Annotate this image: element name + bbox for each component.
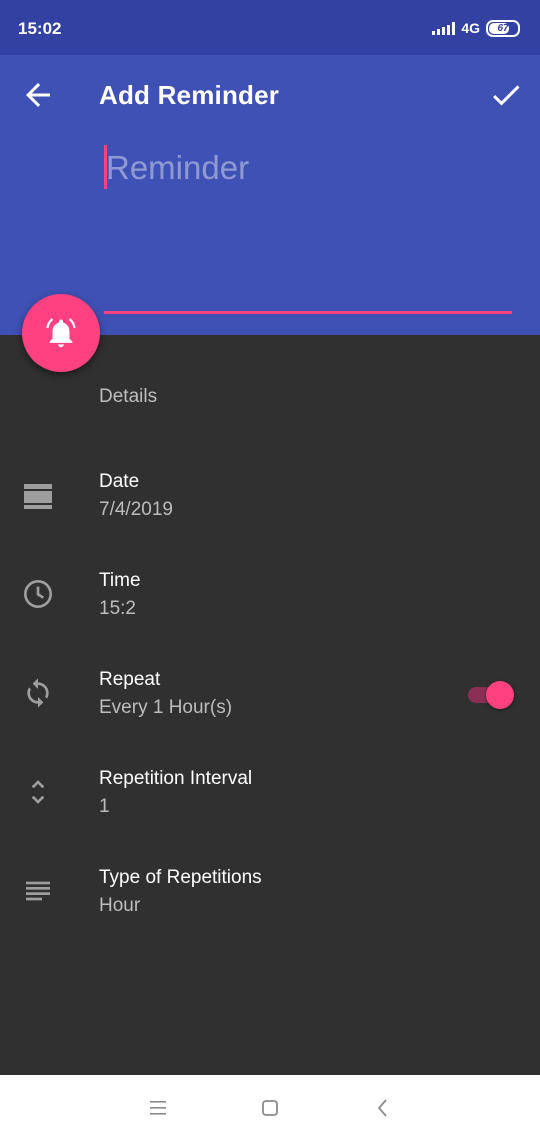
repeat-toggle[interactable] [468,681,514,709]
status-icons: 4G 67 [432,19,520,37]
arrow-back-icon [26,83,50,107]
repetition-type-row[interactable]: Type of Repetitions Hour [0,867,540,947]
reminder-input[interactable] [104,143,506,193]
repetition-interval-value: 1 [99,796,110,817]
repetition-type-label: Type of Repetitions [99,867,262,888]
battery-level: 67 [497,22,509,34]
date-row[interactable]: Date 7/4/2019 [0,471,540,551]
signal-icon [432,21,456,35]
date-label: Date [99,471,140,492]
repeat-row[interactable]: Repeat Every 1 Hour(s) [0,669,540,749]
save-button[interactable] [488,77,524,113]
time-label: Time [99,570,141,591]
reminder-field [104,143,512,315]
nav-home-button[interactable] [255,1093,285,1123]
status-bar: 15:02 4G 67 [0,0,540,55]
status-time: 15:02 [18,19,62,38]
repeat-value: Every 1 Hour(s) [99,697,233,718]
calendar-icon [24,484,52,509]
page-title: Add Reminder [99,80,280,110]
app-bar: Add Reminder [0,55,540,335]
unfold-icon [31,780,45,804]
repetition-interval-row[interactable]: Repetition Interval 1 [0,768,540,848]
alarm-fab-button[interactable] [22,294,100,372]
details-section-label: Details [99,386,158,407]
text-caret [104,145,107,189]
back-button[interactable] [20,77,56,113]
input-underline [104,311,512,314]
network-type: 4G [461,20,480,36]
clock-icon [24,580,52,608]
home-square-icon [262,1100,278,1116]
repetition-type-value: Hour [99,895,141,916]
time-value: 15:2 [99,598,136,619]
nav-back-icon [377,1099,387,1117]
system-nav-bar [0,1075,540,1140]
check-icon [493,85,520,106]
date-value: 7/4/2019 [99,499,173,520]
battery-icon: 67 [486,19,520,37]
alarm-bell-icon [46,318,76,348]
nav-back-button[interactable] [368,1093,398,1123]
menu-icon [150,1101,166,1115]
toggle-thumb [486,681,514,709]
repeat-label: Repeat [99,669,161,690]
repeat-icon [27,678,49,708]
lines-icon [26,881,50,901]
nav-menu-button[interactable] [143,1093,173,1123]
time-row[interactable]: Time 15:2 [0,570,540,650]
repetition-interval-label: Repetition Interval [99,768,253,789]
